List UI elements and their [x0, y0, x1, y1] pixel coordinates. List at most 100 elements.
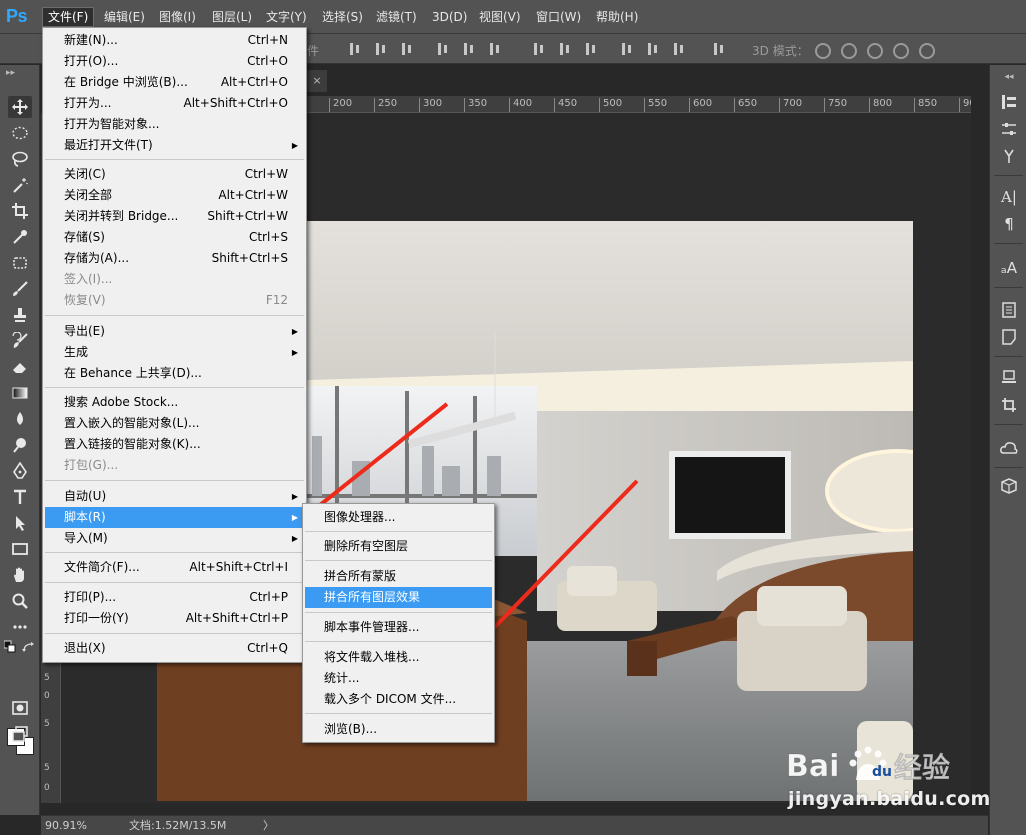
3d-panel-icon[interactable]	[999, 476, 1019, 496]
zoom-tool-icon[interactable]	[8, 590, 32, 612]
lasso-tool-icon[interactable]	[8, 148, 32, 170]
menu-help[interactable]: 帮助(H)	[591, 7, 643, 27]
brush-presets-icon[interactable]	[999, 146, 1019, 166]
menu-window[interactable]: 窗口(W)	[531, 7, 586, 27]
menu-item-flatten-masks[interactable]: 拼合所有蒙版	[305, 566, 492, 587]
3d-roll-icon[interactable]	[838, 41, 857, 59]
menu-item-export[interactable]: 导出(E) ▶	[45, 321, 304, 342]
menu-item-save-as[interactable]: 存储为(A)... Shift+Ctrl+S	[45, 248, 304, 269]
menu-item-load-dicom[interactable]: 载入多个 DICOM 文件...	[305, 689, 492, 710]
eraser-tool-icon[interactable]	[8, 356, 32, 378]
align-right-icon[interactable]	[488, 41, 502, 57]
menu-item-automate[interactable]: 自动(U) ▶	[45, 486, 304, 507]
paragraph-panel-icon[interactable]: ¶	[999, 214, 1019, 234]
status-menu-arrow-icon[interactable]: 〉	[263, 816, 274, 835]
menu-item-file-info[interactable]: 文件简介(F)... Alt+Shift+Ctrl+I	[45, 557, 304, 578]
menu-item-print-one-copy[interactable]: 打印一份(Y) Alt+Shift+Ctrl+P	[45, 608, 304, 629]
menu-item-browse[interactable]: 浏览(B)...	[305, 719, 492, 740]
edit-toolbar-icon[interactable]	[8, 616, 32, 638]
menu-image[interactable]: 图像(I)	[154, 7, 201, 27]
magic-wand-tool-icon[interactable]	[8, 174, 32, 196]
menu-item-exit[interactable]: 退出(X) Ctrl+Q	[45, 638, 304, 659]
menu-item-close-go-bridge[interactable]: 关闭并转到 Bridge... Shift+Ctrl+W	[45, 206, 304, 227]
auto-align-icon[interactable]	[712, 41, 726, 57]
zoom-level[interactable]: 90.91%	[45, 816, 87, 835]
character-styles-icon[interactable]: ₐA	[999, 258, 1019, 278]
menu-item-search-stock[interactable]: 搜索 Adobe Stock...	[45, 392, 304, 413]
distribute-left-icon[interactable]	[620, 41, 634, 57]
menu-item-load-files-stack[interactable]: 将文件载入堆栈...	[305, 647, 492, 668]
distribute-bottom-icon[interactable]	[584, 41, 598, 57]
distribute-right-icon[interactable]	[672, 41, 686, 57]
type-tool-icon[interactable]	[8, 486, 32, 508]
menu-item-save[interactable]: 存储(S) Ctrl+S	[45, 227, 304, 248]
crop-panel-icon[interactable]	[999, 395, 1019, 415]
screen-mode-icon[interactable]	[8, 723, 32, 745]
history-panel-icon[interactable]	[999, 92, 1019, 112]
default-colors-icon[interactable]	[4, 640, 16, 653]
layer-comps-icon[interactable]	[999, 368, 1019, 388]
quick-mask-icon[interactable]	[8, 697, 32, 719]
3d-slide-icon[interactable]	[890, 41, 909, 59]
menu-view[interactable]: 视图(V)	[474, 7, 526, 27]
eyedropper-tool-icon[interactable]	[8, 226, 32, 248]
align-top-icon[interactable]	[348, 41, 362, 57]
menu-item-place-linked[interactable]: 置入链接的智能对象(K)...	[45, 434, 304, 455]
menu-select[interactable]: 选择(S)	[317, 7, 368, 27]
distribute-vcenter-icon[interactable]	[558, 41, 572, 57]
3d-scale-icon[interactable]	[916, 41, 935, 59]
move-tool-icon[interactable]	[8, 96, 32, 118]
menu-layer[interactable]: 图层(L)	[207, 7, 257, 27]
rectangle-tool-icon[interactable]	[8, 538, 32, 560]
menu-item-open[interactable]: 打开(O)... Ctrl+O	[45, 51, 304, 72]
menu-item-place-embedded[interactable]: 置入嵌入的智能对象(L)...	[45, 413, 304, 434]
menu-3d[interactable]: 3D(D)	[427, 7, 472, 27]
info-panel-icon[interactable]	[999, 300, 1019, 320]
menu-item-close-all[interactable]: 关闭全部 Alt+Ctrl+W	[45, 185, 304, 206]
clone-stamp-tool-icon[interactable]	[8, 304, 32, 326]
pen-tool-icon[interactable]	[8, 460, 32, 482]
marquee-tool-icon[interactable]	[8, 122, 32, 144]
swap-colors-icon[interactable]	[22, 641, 36, 653]
menu-item-recent-files[interactable]: 最近打开文件(T) ▶	[45, 135, 304, 156]
menu-item-scripts[interactable]: 脚本(R) ▶	[45, 507, 304, 528]
blur-tool-icon[interactable]	[8, 408, 32, 430]
distribute-top-icon[interactable]	[532, 41, 546, 57]
collapse-dock-icon[interactable]: ◂◂	[999, 67, 1019, 87]
libraries-icon[interactable]	[999, 438, 1019, 458]
dodge-tool-icon[interactable]	[8, 434, 32, 456]
menu-item-close[interactable]: 关闭(C) Ctrl+W	[45, 164, 304, 185]
menu-filter[interactable]: 滤镜(T)	[371, 7, 422, 27]
menu-item-browse-bridge[interactable]: 在 Bridge 中浏览(B)... Alt+Ctrl+O	[45, 72, 304, 93]
document-tab-close-button[interactable]: ×	[307, 70, 327, 92]
align-vcenter-icon[interactable]	[374, 41, 388, 57]
menu-item-script-events-manager[interactable]: 脚本事件管理器...	[305, 617, 492, 638]
align-bottom-icon[interactable]	[400, 41, 414, 57]
menu-item-image-processor[interactable]: 图像处理器...	[305, 507, 492, 528]
hand-tool-icon[interactable]	[8, 564, 32, 586]
character-panel-icon[interactable]: A|	[999, 187, 1019, 207]
history-brush-tool-icon[interactable]	[8, 330, 32, 352]
distribute-hcenter-icon[interactable]	[646, 41, 660, 57]
menu-type[interactable]: 文字(Y)	[261, 7, 312, 27]
brush-tool-icon[interactable]	[8, 278, 32, 300]
menu-item-open-smart-object[interactable]: 打开为智能对象...	[45, 114, 304, 135]
align-hcenter-icon[interactable]	[462, 41, 476, 57]
collapse-panel-icon[interactable]: ▸▸	[6, 68, 15, 78]
menu-item-share-behance[interactable]: 在 Behance 上共享(D)...	[45, 363, 304, 384]
menu-item-statistics[interactable]: 统计...	[305, 668, 492, 689]
menu-item-import[interactable]: 导入(M) ▶	[45, 528, 304, 549]
menu-file[interactable]: 文件(F)	[42, 7, 95, 27]
crop-tool-icon[interactable]	[8, 200, 32, 222]
menu-item-print[interactable]: 打印(P)... Ctrl+P	[45, 587, 304, 608]
gradient-tool-icon[interactable]	[8, 382, 32, 404]
align-left-icon[interactable]	[436, 41, 450, 57]
3d-pan-icon[interactable]	[864, 41, 883, 59]
3d-rotate-icon[interactable]	[812, 41, 831, 59]
menu-item-flatten-layer-effects[interactable]: 拼合所有图层效果	[305, 587, 492, 608]
menu-edit[interactable]: 编辑(E)	[99, 7, 150, 27]
menu-item-new[interactable]: 新建(N)... Ctrl+N	[45, 30, 304, 51]
menu-item-open-as[interactable]: 打开为... Alt+Shift+Ctrl+O	[45, 93, 304, 114]
menu-item-generate[interactable]: 生成 ▶	[45, 342, 304, 363]
path-selection-tool-icon[interactable]	[8, 512, 32, 534]
